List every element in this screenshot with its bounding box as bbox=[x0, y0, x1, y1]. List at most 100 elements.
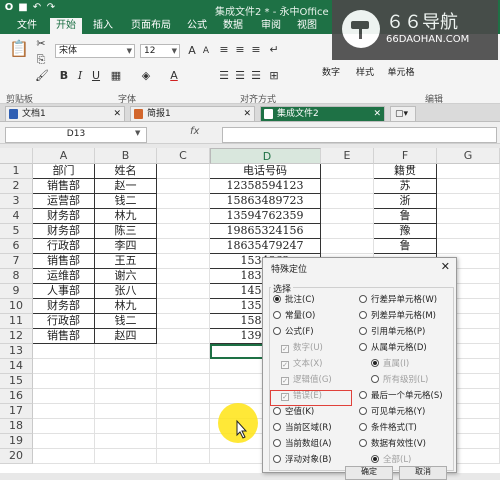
cell-f5[interactable]: 豫 bbox=[374, 224, 437, 239]
column-header-d[interactable]: D bbox=[210, 148, 321, 164]
cell-b12[interactable]: 赵四 bbox=[95, 329, 157, 344]
cell-c17[interactable] bbox=[157, 404, 210, 419]
cell-f6[interactable]: 鲁 bbox=[374, 239, 437, 254]
paste-icon[interactable]: 📋 bbox=[8, 38, 30, 60]
cell-c13[interactable] bbox=[157, 344, 210, 359]
cell-a18[interactable] bbox=[33, 419, 95, 434]
close-icon[interactable]: ✕ bbox=[373, 107, 381, 121]
grow-font-icon[interactable]: A bbox=[186, 45, 198, 57]
row-header-17[interactable]: 17 bbox=[0, 404, 33, 419]
cell-d5[interactable]: 19865324156 bbox=[210, 224, 321, 239]
cell-b1[interactable]: 姓名 bbox=[95, 164, 157, 179]
cell-d3[interactable]: 15863489723 bbox=[210, 194, 321, 209]
option-数据有效性v[interactable]: 数据有效性(V) bbox=[359, 439, 426, 450]
option-引用单元格p[interactable]: 引用单元格(P) bbox=[359, 327, 425, 338]
cell-b19[interactable] bbox=[95, 434, 157, 449]
cell-e5[interactable] bbox=[321, 224, 374, 239]
cell-c8[interactable] bbox=[157, 269, 210, 284]
new-document-button[interactable]: ▢▾ bbox=[390, 106, 416, 121]
cell-b8[interactable]: 谢六 bbox=[95, 269, 157, 284]
format-painter-icon[interactable]: 🖌 bbox=[35, 70, 49, 82]
cell-g6[interactable] bbox=[437, 239, 500, 254]
option-可见单元格y[interactable]: 可见单元格(Y) bbox=[359, 407, 425, 418]
cell-a20[interactable] bbox=[33, 449, 95, 464]
cell-b14[interactable] bbox=[95, 359, 157, 374]
close-icon[interactable]: ✕ bbox=[441, 260, 450, 273]
copy-icon[interactable]: ⎘ bbox=[35, 54, 47, 66]
cancel-button[interactable]: 取消 bbox=[399, 466, 447, 480]
option-公式f[interactable]: 公式(F) bbox=[273, 327, 314, 338]
row-header-5[interactable]: 5 bbox=[0, 224, 33, 239]
cell-b2[interactable]: 赵一 bbox=[95, 179, 157, 194]
cell-f4[interactable]: 鲁 bbox=[374, 209, 437, 224]
cell-b11[interactable]: 钱二 bbox=[95, 314, 157, 329]
column-header-e[interactable]: E bbox=[321, 148, 374, 164]
cell-f2[interactable]: 苏 bbox=[374, 179, 437, 194]
cell-g5[interactable] bbox=[437, 224, 500, 239]
cell-e2[interactable] bbox=[321, 179, 374, 194]
close-icon[interactable]: ✕ bbox=[243, 107, 251, 121]
cell-b5[interactable]: 陈三 bbox=[95, 224, 157, 239]
cell-c15[interactable] bbox=[157, 374, 210, 389]
cell-c4[interactable] bbox=[157, 209, 210, 224]
doc-tab-integrated-file2[interactable]: 集成文件2 ✕ bbox=[260, 106, 385, 121]
tab-page-layout[interactable]: 页面布局 bbox=[126, 18, 176, 34]
cell-c3[interactable] bbox=[157, 194, 210, 209]
cell-e3[interactable] bbox=[321, 194, 374, 209]
column-header-a[interactable]: A bbox=[33, 148, 95, 164]
cell-c19[interactable] bbox=[157, 434, 210, 449]
row-header-8[interactable]: 8 bbox=[0, 269, 33, 284]
border-icon[interactable]: ▦ bbox=[110, 70, 122, 82]
cell-c11[interactable] bbox=[157, 314, 210, 329]
cell-a13[interactable] bbox=[33, 344, 95, 359]
column-header-f[interactable]: F bbox=[374, 148, 437, 164]
ok-button[interactable]: 确定 bbox=[345, 466, 393, 480]
cell-c6[interactable] bbox=[157, 239, 210, 254]
cell-b4[interactable]: 林九 bbox=[95, 209, 157, 224]
cell-g1[interactable] bbox=[437, 164, 500, 179]
cell-b10[interactable]: 林九 bbox=[95, 299, 157, 314]
cell-c2[interactable] bbox=[157, 179, 210, 194]
align-top-icon[interactable]: ≡ bbox=[218, 44, 230, 56]
row-header-7[interactable]: 7 bbox=[0, 254, 33, 269]
cell-c1[interactable] bbox=[157, 164, 210, 179]
shrink-font-icon[interactable]: A bbox=[200, 45, 212, 57]
cell-a5[interactable]: 财务部 bbox=[33, 224, 95, 239]
cell-d4[interactable]: 13594762359 bbox=[210, 209, 321, 224]
cell-b9[interactable]: 张八 bbox=[95, 284, 157, 299]
cell-e4[interactable] bbox=[321, 209, 374, 224]
cell-g4[interactable] bbox=[437, 209, 500, 224]
row-header-12[interactable]: 12 bbox=[0, 329, 33, 344]
cell-c9[interactable] bbox=[157, 284, 210, 299]
cell-c14[interactable] bbox=[157, 359, 210, 374]
option-最后一个单元格s[interactable]: 最后一个单元格(S) bbox=[359, 391, 443, 402]
cell-g3[interactable] bbox=[437, 194, 500, 209]
cell-c10[interactable] bbox=[157, 299, 210, 314]
font-size-select[interactable]: 12 ▼ bbox=[140, 44, 180, 58]
cell-a19[interactable] bbox=[33, 434, 95, 449]
row-header-2[interactable]: 2 bbox=[0, 179, 33, 194]
tab-view[interactable]: 视图 bbox=[292, 18, 322, 34]
option-浮动对象b[interactable]: 浮动对象(B) bbox=[273, 455, 331, 466]
cell-a4[interactable]: 财务部 bbox=[33, 209, 95, 224]
redo-icon[interactable]: ↷ bbox=[45, 2, 57, 14]
option-当前区域r[interactable]: 当前区域(R) bbox=[273, 423, 332, 434]
cell-a8[interactable]: 运维部 bbox=[33, 269, 95, 284]
save-icon[interactable]: ■ bbox=[17, 2, 29, 14]
cell-a2[interactable]: 销售部 bbox=[33, 179, 95, 194]
styles-button[interactable]: 样式 bbox=[350, 64, 380, 79]
cell-b7[interactable]: 王五 bbox=[95, 254, 157, 269]
option-列差异单元格m[interactable]: 列差异单元格(M) bbox=[359, 311, 436, 322]
option-从属单元格d[interactable]: 从属单元格(D) bbox=[359, 343, 427, 354]
option-当前数组a[interactable]: 当前数组(A) bbox=[273, 439, 331, 450]
cell-c7[interactable] bbox=[157, 254, 210, 269]
align-center-icon[interactable]: ☰ bbox=[234, 70, 246, 82]
align-left-icon[interactable]: ☰ bbox=[218, 70, 230, 82]
cell-a17[interactable] bbox=[33, 404, 95, 419]
row-header-3[interactable]: 3 bbox=[0, 194, 33, 209]
fx-icon[interactable]: fx bbox=[190, 126, 199, 137]
row-header-15[interactable]: 15 bbox=[0, 374, 33, 389]
cell-f3[interactable]: 浙 bbox=[374, 194, 437, 209]
option-空值k[interactable]: 空值(K) bbox=[273, 407, 314, 418]
cell-a12[interactable]: 销售部 bbox=[33, 329, 95, 344]
